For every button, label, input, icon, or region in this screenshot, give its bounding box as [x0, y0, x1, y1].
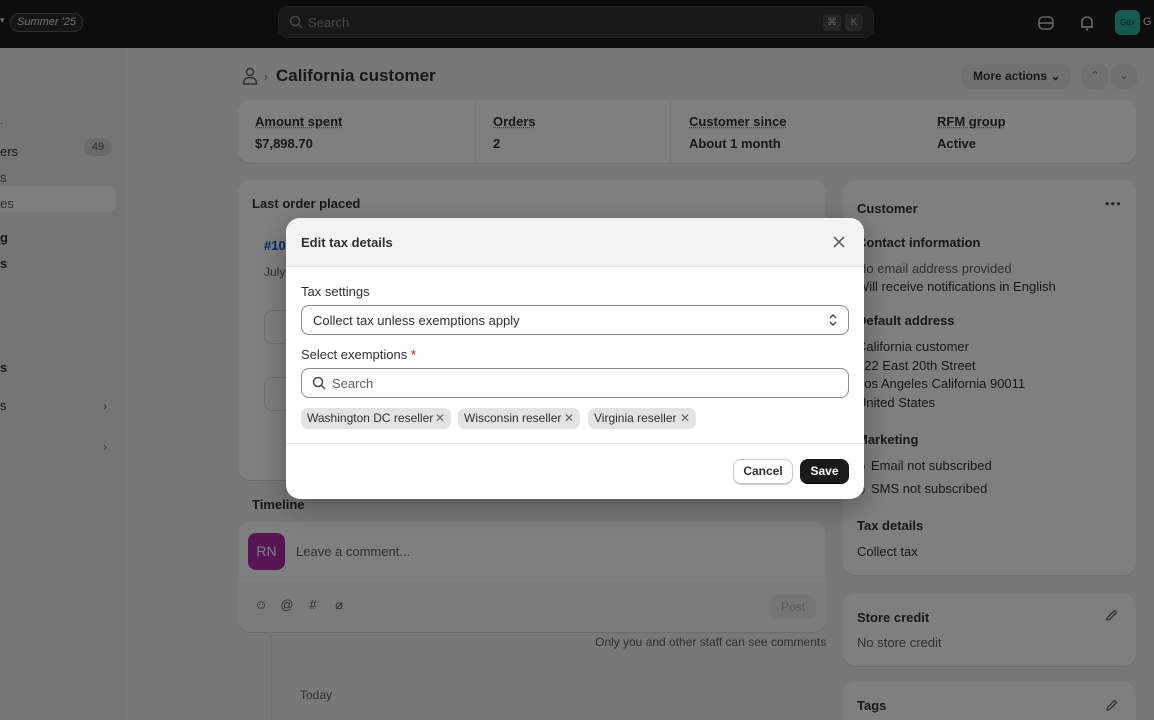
exemptions-label-text: Select exemptions: [301, 347, 408, 362]
tax-settings-select[interactable]: Collect tax unless exemptions apply: [301, 305, 849, 335]
close-icon[interactable]: [831, 234, 847, 250]
required-mark: *: [410, 347, 416, 362]
exemption-tag-label: Washington DC reseller: [307, 411, 434, 425]
search-placeholder: Search: [332, 376, 374, 391]
modal-header: Edit tax details: [286, 218, 864, 267]
remove-tag-icon[interactable]: ✕: [564, 408, 574, 429]
exemption-tag: Washington DC reseller ✕: [301, 408, 451, 429]
search-icon: [312, 376, 326, 390]
exemption-tag: Wisconsin reseller ✕: [458, 408, 580, 429]
edit-tax-details-modal: Edit tax details Tax settings Collect ta…: [286, 218, 864, 499]
cancel-button[interactable]: Cancel: [733, 459, 793, 484]
exemption-tag-label: Wisconsin reseller: [464, 411, 562, 425]
exemption-tag-label: Virginia reseller: [594, 411, 677, 425]
select-arrows-icon: [829, 314, 837, 326]
save-button[interactable]: Save: [800, 459, 849, 484]
tax-settings-value: Collect tax unless exemptions apply: [313, 313, 520, 328]
remove-tag-icon[interactable]: ✕: [435, 408, 445, 429]
exemption-tag: Virginia reseller ✕: [588, 408, 696, 429]
modal-footer-divider: [286, 443, 864, 444]
remove-tag-icon[interactable]: ✕: [680, 408, 690, 429]
modal-title: Edit tax details: [301, 235, 393, 250]
exemptions-label: Select exemptions *: [301, 347, 416, 362]
exemptions-search-input[interactable]: Search: [301, 368, 849, 398]
tax-settings-label: Tax settings: [301, 284, 370, 299]
